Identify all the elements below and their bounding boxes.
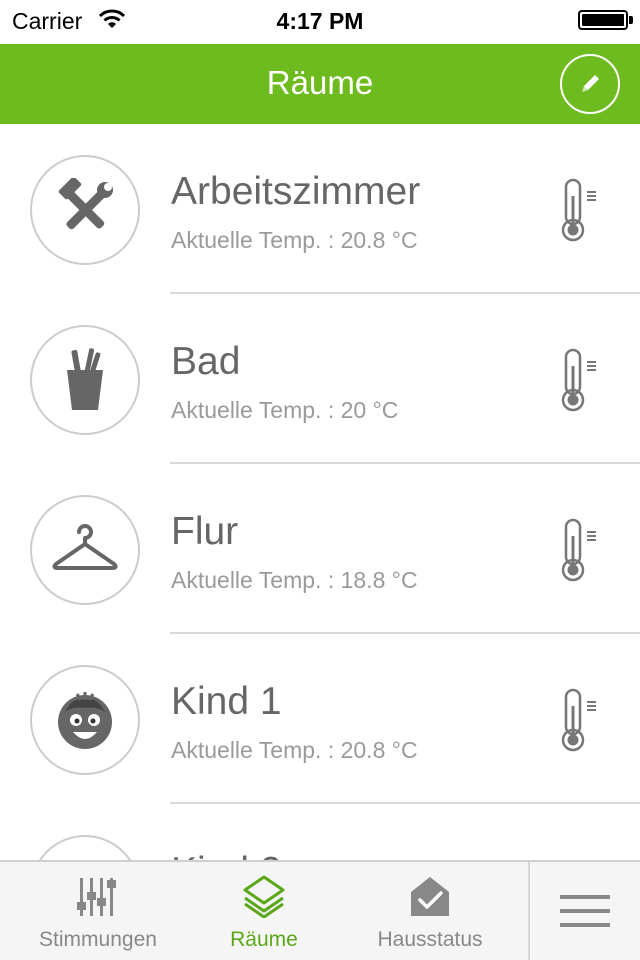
battery-tip <box>629 16 633 24</box>
room-name: Kind 1 <box>171 680 282 723</box>
room-avatar <box>30 495 140 605</box>
thermometer-icon[interactable] <box>558 348 598 412</box>
thermometer-icon[interactable] <box>558 518 598 582</box>
hamburger-menu-icon <box>560 895 610 927</box>
room-list[interactable]: Arbeitszimmer Aktuelle Temp. : 20.8 °C B… <box>0 124 640 860</box>
hanger-icon <box>52 524 118 570</box>
clock: 4:17 PM <box>276 8 364 34</box>
room-name: Bad <box>171 340 241 383</box>
room-row-bad[interactable]: Bad Aktuelle Temp. : 20 °C <box>0 294 640 464</box>
thermometer-icon[interactable] <box>558 178 598 242</box>
battery-icon <box>578 10 628 30</box>
room-row-kind-1[interactable]: Kind 1 Aktuelle Temp. : 20.8 °C <box>0 634 640 804</box>
room-avatar <box>30 835 140 860</box>
room-row-flur[interactable]: Flur Aktuelle Temp. : 18.8 °C <box>0 464 640 634</box>
layers-icon <box>243 875 285 918</box>
room-row-kind-2[interactable]: Kind 2 <box>0 804 640 860</box>
tab-raeume[interactable]: Räume <box>196 862 332 960</box>
menu-button[interactable] <box>530 862 640 960</box>
tab-label: Stimmungen <box>39 928 157 951</box>
room-temperature: Aktuelle Temp. : 20.8 °C <box>171 227 418 253</box>
room-temperature: Aktuelle Temp. : 18.8 °C <box>171 567 418 593</box>
tools-icon <box>58 178 113 230</box>
house-check-icon <box>411 877 449 916</box>
nav-bar: Räume <box>0 44 640 124</box>
edit-button[interactable] <box>560 54 620 114</box>
pencil-icon <box>582 75 599 92</box>
room-temperature: Aktuelle Temp. : 20.8 °C <box>171 737 418 763</box>
page-title: Räume <box>266 64 374 101</box>
room-temperature: Aktuelle Temp. : 20 °C <box>171 397 399 423</box>
tab-label: Räume <box>230 928 298 951</box>
room-name: Arbeitszimmer <box>171 170 421 213</box>
room-avatar <box>30 155 140 265</box>
tab-stimmungen[interactable]: Stimmungen <box>0 862 196 960</box>
thermometer-icon[interactable] <box>558 688 598 752</box>
room-avatar <box>30 665 140 775</box>
tab-hausstatus[interactable]: Hausstatus <box>332 862 528 960</box>
tab-bar: Stimmungen Räume Hausstatus <box>0 860 640 960</box>
room-name: Kind 2 <box>171 850 282 860</box>
room-avatar <box>30 325 140 435</box>
sliders-icon <box>77 878 116 916</box>
child-face-icon <box>58 692 112 749</box>
status-bar: Carrier 4:17 PM <box>0 0 640 40</box>
room-row-arbeitszimmer[interactable]: Arbeitszimmer Aktuelle Temp. : 20.8 °C <box>0 124 640 294</box>
tab-label: Hausstatus <box>377 928 483 951</box>
room-name: Flur <box>171 510 239 553</box>
toothbrush-cup-icon <box>67 348 103 410</box>
